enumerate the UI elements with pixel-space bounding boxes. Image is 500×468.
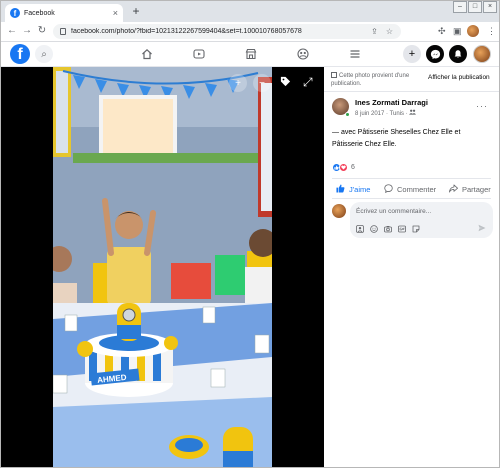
profile-avatar[interactable] bbox=[467, 25, 479, 37]
menu-icon[interactable] bbox=[347, 46, 363, 62]
zoom-in-icon[interactable]: + bbox=[229, 74, 247, 92]
commenter-avatar bbox=[332, 204, 346, 218]
reaction-count: 6 bbox=[351, 164, 355, 171]
url-text[interactable]: facebook.com/photo/?fbid=102131222675994… bbox=[71, 28, 371, 35]
messenger-icon[interactable] bbox=[426, 45, 444, 63]
reload-icon[interactable]: ↻ bbox=[36, 25, 48, 36]
info-icon bbox=[331, 72, 337, 78]
maximize-button[interactable]: □ bbox=[468, 1, 482, 13]
camera-icon[interactable] bbox=[384, 225, 392, 233]
post-caption: — avec Pâtisserie Sheselles Chez Elle et… bbox=[332, 129, 461, 148]
divider bbox=[324, 91, 499, 92]
notifications-bell-icon[interactable] bbox=[449, 45, 467, 63]
browser-menu-icon[interactable]: ⋮ bbox=[487, 26, 496, 37]
author-name[interactable]: Ines Zormati Darragi bbox=[355, 98, 428, 107]
new-tab-button[interactable]: + bbox=[129, 4, 143, 18]
comment-button[interactable]: Commenter bbox=[384, 183, 436, 195]
send-icon[interactable] bbox=[478, 224, 486, 234]
address-bar[interactable]: facebook.com/photo/?fbid=102131222675994… bbox=[53, 24, 401, 39]
minimize-button[interactable]: – bbox=[453, 1, 467, 13]
tab-close-icon[interactable]: × bbox=[113, 8, 118, 18]
facebook-logo[interactable]: f bbox=[10, 44, 30, 64]
facebook-favicon-icon: f bbox=[10, 8, 20, 18]
post-details-panel: Cette photo provient d'une publication. … bbox=[324, 67, 499, 467]
like-label: J'aime bbox=[349, 184, 371, 194]
post-meta: 8 juin 2017 · Tunis · bbox=[355, 109, 417, 117]
thumbs-up-icon bbox=[336, 183, 345, 195]
watch-icon[interactable] bbox=[191, 46, 207, 62]
reactions-summary[interactable]: 6 bbox=[332, 163, 355, 172]
share-arrow-icon bbox=[449, 183, 458, 195]
view-post-link[interactable]: Afficher la publication bbox=[428, 74, 490, 81]
home-icon[interactable] bbox=[139, 46, 155, 62]
lock-icon bbox=[60, 28, 66, 35]
back-arrow-icon[interactable]: ← bbox=[6, 25, 18, 36]
extensions-puzzle-icon[interactable]: ✣ bbox=[438, 26, 446, 37]
groups-icon[interactable] bbox=[295, 46, 311, 62]
friends-audience-icon bbox=[409, 109, 417, 115]
avatar-sticker-icon[interactable] bbox=[356, 225, 364, 233]
post-date-location[interactable]: 8 juin 2017 · Tunis · bbox=[355, 111, 409, 117]
create-button[interactable]: + bbox=[403, 45, 421, 63]
party-photo: AHMED bbox=[53, 67, 272, 467]
forward-arrow-icon[interactable]: → bbox=[21, 25, 33, 36]
sticker-icon[interactable] bbox=[412, 225, 420, 233]
divider bbox=[332, 178, 491, 179]
tab-facebook[interactable]: f Facebook × bbox=[5, 4, 123, 22]
comment-tools bbox=[356, 225, 426, 233]
tab-title: Facebook bbox=[24, 9, 55, 17]
browser-window: f Facebook × + – □ × ← → ↻ facebook.com/… bbox=[0, 0, 500, 468]
side-panel-icon[interactable]: ▣ bbox=[453, 26, 462, 37]
bookmark-star-icon[interactable]: ☆ bbox=[386, 27, 393, 36]
search-icon[interactable]: ⌕ bbox=[35, 45, 53, 63]
divider bbox=[332, 198, 491, 199]
comment-label: Commenter bbox=[397, 184, 437, 194]
comment-input[interactable]: Écrivez un commentaire... bbox=[350, 202, 493, 238]
address-row: ← → ↻ facebook.com/photo/?fbid=102131222… bbox=[1, 22, 499, 42]
more-options-icon[interactable]: ··· bbox=[476, 101, 488, 111]
tab-strip: f Facebook × + – □ × bbox=[1, 1, 499, 22]
share-label: Partager bbox=[462, 184, 491, 194]
facebook-header: f ⌕ + bbox=[1, 42, 499, 67]
tag-icon[interactable] bbox=[280, 76, 291, 90]
photo-viewer: AHMED + − ⤢ bbox=[1, 67, 324, 467]
fullscreen-icon[interactable]: ⤢ bbox=[303, 75, 313, 90]
photo-source-notice: Cette photo provient d'une publication. bbox=[331, 72, 421, 88]
share-icon[interactable]: ⇪ bbox=[371, 27, 378, 36]
like-button[interactable]: J'aime bbox=[336, 183, 370, 195]
emoji-icon[interactable] bbox=[370, 225, 378, 233]
close-window-button[interactable]: × bbox=[483, 1, 497, 13]
gif-icon[interactable] bbox=[398, 225, 406, 233]
account-avatar[interactable] bbox=[473, 45, 491, 63]
online-status-dot bbox=[345, 112, 350, 117]
party-photo-image: AHMED bbox=[53, 67, 272, 467]
comment-placeholder: Écrivez un commentaire... bbox=[356, 208, 432, 215]
share-button[interactable]: Partager bbox=[449, 183, 491, 195]
comment-bubble-icon bbox=[384, 183, 393, 195]
zoom-out-icon[interactable]: − bbox=[253, 74, 271, 92]
marketplace-icon[interactable] bbox=[243, 46, 259, 62]
love-reaction-icon bbox=[339, 163, 348, 172]
notice-text: Cette photo provient d'une publication. bbox=[331, 73, 410, 87]
